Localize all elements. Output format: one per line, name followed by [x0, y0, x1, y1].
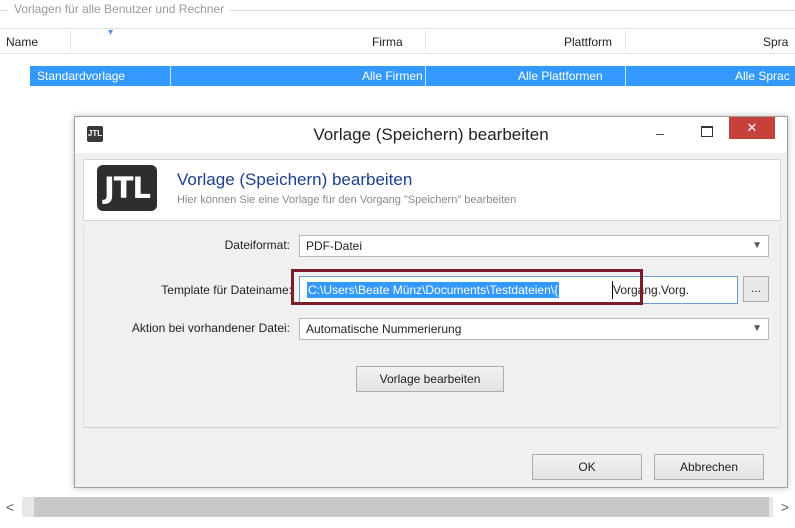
maximize-icon	[701, 126, 713, 137]
cell-divider	[170, 66, 171, 86]
chevron-down-icon: ▼	[752, 240, 762, 251]
column-header-plattform[interactable]: Plattform	[564, 29, 612, 53]
scrollbar-thumb[interactable]	[34, 497, 769, 517]
dateiformat-value: PDF-Datei	[306, 239, 363, 253]
grid-header: Name ▾ Firma Plattform Spra	[0, 27, 795, 54]
dialog-title: Vorlage (Speichern) bearbeiten	[313, 125, 549, 144]
dialog-titlebar[interactable]: JTL Vorlage (Speichern) bearbeiten – ✕	[75, 117, 787, 153]
header-title: Vorlage (Speichern) bearbeiten	[177, 170, 413, 189]
aktion-value: Automatische Nummerierung	[306, 322, 462, 336]
aktion-label: Aktion bei vorhandener Datei:	[131, 321, 290, 335]
maximize-button[interactable]	[695, 121, 717, 141]
template-label: Template für Dateiname:	[161, 283, 292, 297]
dateiformat-select[interactable]: PDF-Datei ▼	[299, 235, 769, 257]
sort-indicator-icon: ▾	[108, 27, 114, 38]
footer-divider	[83, 427, 779, 428]
column-header-name[interactable]: Name	[6, 29, 38, 53]
header-subtitle: Hier können Sie eine Vorlage für den Vor…	[177, 194, 517, 206]
horizontal-scrollbar[interactable]: < >	[0, 485, 795, 528]
header-divider	[625, 31, 626, 51]
jtl-logo: JTL	[97, 165, 157, 211]
chevron-down-icon: ▼	[752, 323, 762, 334]
ok-button[interactable]: OK	[532, 454, 642, 480]
group-caption: Vorlagen für alle Benutzer und Rechner	[8, 2, 231, 16]
header-divider	[425, 31, 426, 51]
cell-name: Standardvorlage	[37, 69, 126, 83]
close-button[interactable]: ✕	[729, 117, 775, 139]
cell-plattform: Alle Plattformen	[518, 69, 603, 83]
cell-sprache: Alle Sprac	[735, 69, 790, 83]
column-header-firma[interactable]: Firma	[372, 29, 403, 53]
scroll-left-icon[interactable]: <	[0, 497, 20, 517]
dialog-header-panel: JTL Vorlage (Speichern) bearbeiten Hier …	[83, 159, 781, 221]
header-divider	[70, 31, 71, 51]
column-header-sprache[interactable]: Spra	[763, 29, 788, 53]
cancel-button[interactable]: Abbrechen	[654, 454, 764, 480]
edit-template-button[interactable]: Vorlage bearbeiten	[356, 366, 504, 392]
cell-firma: Alle Firmen	[362, 69, 423, 83]
cell-divider	[625, 66, 626, 86]
browse-button[interactable]: ...	[743, 276, 769, 302]
table-row[interactable]: Standardvorlage Alle Firmen Alle Plattfo…	[0, 66, 795, 86]
cell-divider	[425, 66, 426, 86]
dateiformat-label: Dateiformat:	[224, 238, 290, 252]
minimize-button[interactable]: –	[649, 123, 671, 143]
edit-template-dialog: JTL Vorlage (Speichern) bearbeiten – ✕ J…	[74, 116, 788, 488]
scroll-right-icon[interactable]: >	[775, 497, 795, 517]
aktion-select[interactable]: Automatische Nummerierung ▼	[299, 318, 769, 340]
highlight-annotation	[291, 269, 643, 305]
